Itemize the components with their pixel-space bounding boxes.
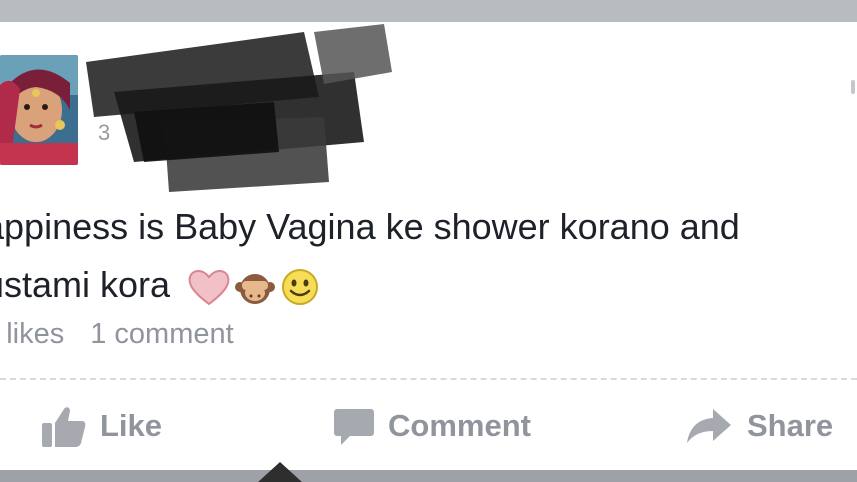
comment-bubble-icon — [334, 409, 374, 445]
heart-icon — [188, 270, 230, 306]
bottom-cursor-shape — [258, 462, 302, 482]
share-button[interactable]: Share — [685, 402, 833, 450]
post-body: appiness is Baby Vagina ke shower korano… — [0, 198, 824, 314]
redacted-name-block: 3 — [86, 24, 392, 192]
post-text-line-2: ustami kora — [0, 256, 824, 314]
comment-button[interactable]: Comment — [334, 402, 531, 450]
svg-text:3: 3 — [98, 120, 110, 145]
post-text-line-1: appiness is Baby Vagina ke shower korano… — [0, 206, 740, 247]
post-stats: 0 likes 1 comment — [0, 318, 233, 351]
post-text-line-2-text: ustami kora — [0, 264, 171, 305]
comment-label: Comment — [388, 408, 531, 443]
like-button[interactable]: Like — [42, 402, 162, 450]
top-background-strip — [0, 0, 857, 22]
post-menu-icon[interactable] — [851, 80, 855, 94]
avatar[interactable] — [0, 55, 78, 165]
see-no-evil-monkey-icon — [235, 274, 276, 305]
avatar-image — [0, 55, 78, 165]
like-label: Like — [100, 408, 163, 443]
likes-label: likes — [6, 318, 65, 350]
share-arrow-icon — [687, 409, 731, 443]
likes-count[interactable]: 0 likes — [0, 318, 64, 351]
action-divider — [0, 378, 857, 380]
comments-count[interactable]: 1 comment — [90, 318, 233, 351]
thumbs-up-icon — [42, 407, 86, 447]
bottom-background-strip — [0, 470, 857, 482]
share-label: Share — [747, 408, 834, 443]
emoji-row — [188, 267, 320, 307]
smiley-face-icon — [282, 269, 319, 306]
